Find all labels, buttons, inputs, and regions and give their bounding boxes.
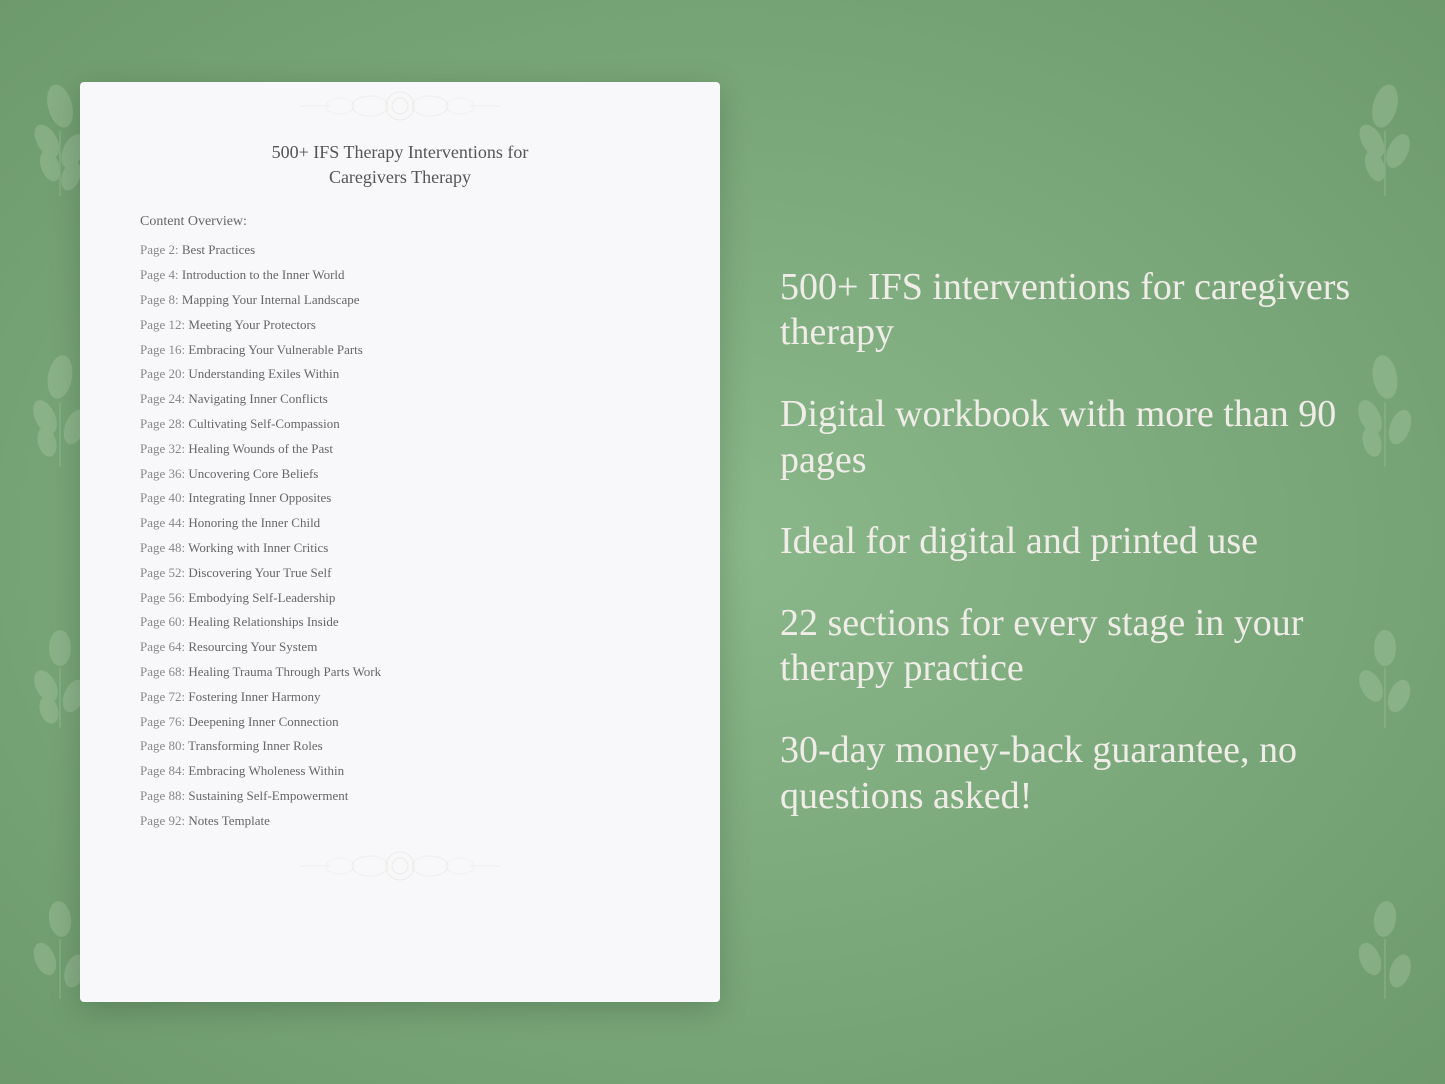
main-content: 500+ IFS Therapy Interventions for Careg… <box>0 0 1445 1084</box>
toc-title: Deepening Inner Connection <box>188 714 338 729</box>
feature-text-2: Digital workbook with more than 90 pages <box>780 392 1365 483</box>
toc-page-number: Page 36: <box>140 466 185 481</box>
title-line2: Caregivers Therapy <box>329 167 471 187</box>
feature-text-1: 500+ IFS interventions for caregivers th… <box>780 265 1365 356</box>
toc-page-number: Page 16: <box>140 342 185 357</box>
toc-item: Page 2: Best Practices <box>140 240 660 261</box>
toc-page-number: Page 56: <box>140 590 185 605</box>
document-preview: 500+ IFS Therapy Interventions for Careg… <box>80 82 720 1002</box>
content-overview-label: Content Overview: <box>80 214 720 230</box>
doc-bottom-decoration <box>80 842 720 890</box>
toc-item: Page 28: Cultivating Self-Compassion <box>140 414 660 435</box>
toc-title: Introduction to the Inner World <box>182 267 345 282</box>
toc-title: Healing Relationships Inside <box>188 614 338 629</box>
toc-page-number: Page 92: <box>140 813 185 828</box>
toc-page-number: Page 84: <box>140 763 185 778</box>
toc-item: Page 92: Notes Template <box>140 811 660 832</box>
toc-item: Page 16: Embracing Your Vulnerable Parts <box>140 340 660 361</box>
toc-page-number: Page 28: <box>140 416 185 431</box>
toc-page-number: Page 80: <box>140 738 185 753</box>
toc-item: Page 68: Healing Trauma Through Parts Wo… <box>140 662 660 683</box>
toc-page-number: Page 88: <box>140 788 185 803</box>
toc-page-number: Page 44: <box>140 515 185 530</box>
toc-title: Embracing Wholeness Within <box>188 763 344 778</box>
toc-page-number: Page 60: <box>140 614 185 629</box>
toc-page-number: Page 40: <box>140 490 185 505</box>
toc-title: Resourcing Your System <box>188 639 317 654</box>
toc-item: Page 84: Embracing Wholeness Within <box>140 761 660 782</box>
right-features-panel: 500+ IFS interventions for caregivers th… <box>780 245 1365 839</box>
toc-item: Page 88: Sustaining Self-Empowerment <box>140 786 660 807</box>
toc-item: Page 20: Understanding Exiles Within <box>140 364 660 385</box>
toc-page-number: Page 72: <box>140 689 185 704</box>
toc-item: Page 52: Discovering Your True Self <box>140 563 660 584</box>
toc-item: Page 80: Transforming Inner Roles <box>140 736 660 757</box>
toc-title: Working with Inner Critics <box>188 540 328 555</box>
toc-title: Embodying Self-Leadership <box>188 590 335 605</box>
toc-item: Page 32: Healing Wounds of the Past <box>140 439 660 460</box>
toc-title: Honoring the Inner Child <box>188 515 320 530</box>
toc-item: Page 12: Meeting Your Protectors <box>140 315 660 336</box>
toc-item: Page 24: Navigating Inner Conflicts <box>140 389 660 410</box>
toc-page-number: Page 8: <box>140 292 179 307</box>
toc-title: Healing Wounds of the Past <box>188 441 333 456</box>
toc-title: Notes Template <box>188 813 270 828</box>
toc-title: Discovering Your True Self <box>188 565 331 580</box>
toc-title: Fostering Inner Harmony <box>188 689 320 704</box>
toc-list: Page 2: Best PracticesPage 4: Introducti… <box>80 240 720 831</box>
toc-page-number: Page 48: <box>140 540 185 555</box>
doc-top-decoration <box>80 82 720 130</box>
toc-page-number: Page 2: <box>140 242 179 257</box>
toc-page-number: Page 24: <box>140 391 185 406</box>
toc-page-number: Page 52: <box>140 565 185 580</box>
document-title: 500+ IFS Therapy Interventions for Careg… <box>232 140 569 190</box>
toc-title: Embracing Your Vulnerable Parts <box>188 342 362 357</box>
title-line1: 500+ IFS Therapy Interventions for <box>272 142 529 162</box>
toc-title: Integrating Inner Opposites <box>188 490 331 505</box>
toc-page-number: Page 12: <box>140 317 185 332</box>
toc-page-number: Page 76: <box>140 714 185 729</box>
toc-title: Meeting Your Protectors <box>188 317 315 332</box>
toc-title: Mapping Your Internal Landscape <box>182 292 360 307</box>
toc-item: Page 36: Uncovering Core Beliefs <box>140 464 660 485</box>
toc-title: Understanding Exiles Within <box>188 366 339 381</box>
toc-title: Cultivating Self-Compassion <box>188 416 339 431</box>
toc-title: Best Practices <box>182 242 255 257</box>
toc-item: Page 72: Fostering Inner Harmony <box>140 687 660 708</box>
toc-title: Navigating Inner Conflicts <box>188 391 327 406</box>
toc-page-number: Page 20: <box>140 366 185 381</box>
toc-item: Page 44: Honoring the Inner Child <box>140 513 660 534</box>
toc-item: Page 56: Embodying Self-Leadership <box>140 588 660 609</box>
toc-title: Healing Trauma Through Parts Work <box>188 664 381 679</box>
feature-text-3: Ideal for digital and printed use <box>780 519 1365 565</box>
feature-text-4: 22 sections for every stage in your ther… <box>780 601 1365 692</box>
toc-item: Page 40: Integrating Inner Opposites <box>140 488 660 509</box>
toc-item: Page 48: Working with Inner Critics <box>140 538 660 559</box>
toc-item: Page 8: Mapping Your Internal Landscape <box>140 290 660 311</box>
toc-title: Sustaining Self-Empowerment <box>188 788 348 803</box>
toc-title: Uncovering Core Beliefs <box>188 466 318 481</box>
toc-item: Page 60: Healing Relationships Inside <box>140 612 660 633</box>
toc-item: Page 76: Deepening Inner Connection <box>140 712 660 733</box>
toc-item: Page 64: Resourcing Your System <box>140 637 660 658</box>
toc-page-number: Page 4: <box>140 267 179 282</box>
feature-text-5: 30-day money-back guarantee, no question… <box>780 728 1365 819</box>
toc-item: Page 4: Introduction to the Inner World <box>140 265 660 286</box>
toc-title: Transforming Inner Roles <box>188 738 323 753</box>
toc-page-number: Page 64: <box>140 639 185 654</box>
toc-page-number: Page 32: <box>140 441 185 456</box>
toc-page-number: Page 68: <box>140 664 185 679</box>
